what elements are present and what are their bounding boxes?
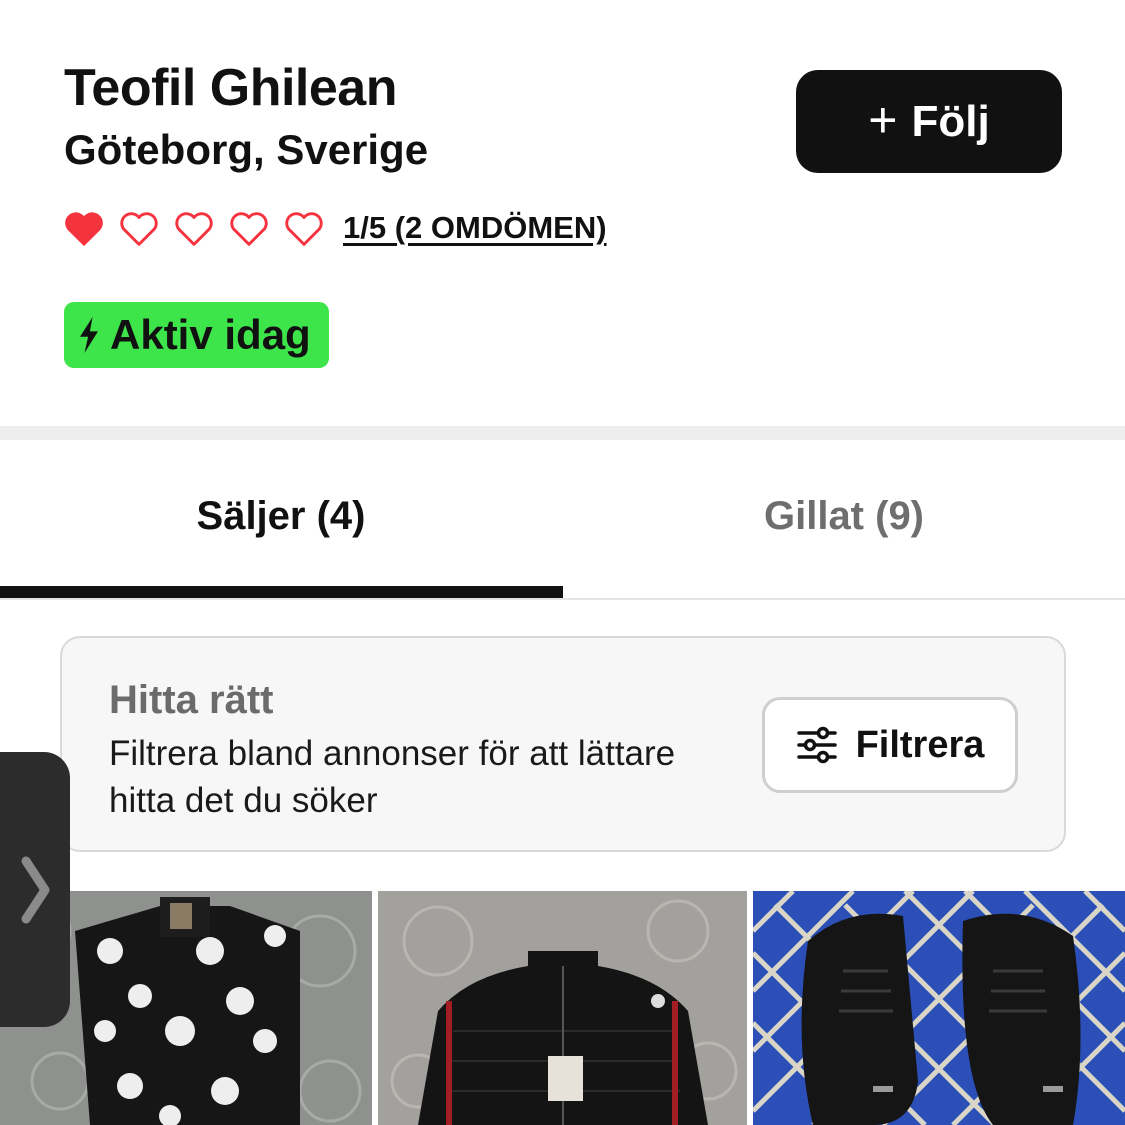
heart-outline-icon	[120, 212, 158, 246]
filter-card: Hitta rätt Filtrera bland annonser för a…	[60, 636, 1066, 852]
listing-image	[378, 891, 747, 1125]
follow-button-label: Följ	[911, 96, 990, 146]
active-tab-indicator	[0, 586, 563, 598]
profile-header: Teofil Ghilean Göteborg, Sverige + Följ …	[0, 0, 1125, 426]
section-divider	[0, 426, 1125, 440]
profile-tabs: Säljer (4) Gillat (9)	[0, 440, 1125, 600]
sliders-icon	[796, 726, 837, 764]
tab-liked[interactable]: Gillat (9)	[563, 440, 1125, 598]
side-drawer-handle[interactable]	[0, 752, 70, 1027]
activity-badge-label: Aktiv idag	[110, 311, 311, 358]
profile-location: Göteborg, Sverige	[64, 126, 429, 173]
heart-outline-icon	[175, 212, 213, 246]
listings-grid	[0, 891, 1125, 1125]
activity-badge: Aktiv idag	[64, 302, 329, 368]
filter-button-label: Filtrera	[855, 723, 985, 766]
listing-card[interactable]	[378, 891, 747, 1125]
listing-card[interactable]	[753, 891, 1125, 1125]
filter-card-description: Filtrera bland annonser för att lättare …	[109, 734, 676, 820]
reviews-link[interactable]: 1/5 (2 OMDÖMEN)	[343, 210, 607, 246]
filter-button[interactable]: Filtrera	[762, 697, 1018, 793]
heart-outline-icon	[285, 212, 323, 246]
rating: 1/5 (2 OMDÖMEN)	[62, 205, 607, 251]
lightning-icon	[80, 317, 98, 353]
profile-name: Teofil Ghilean	[64, 59, 397, 117]
heart-outline-icon	[230, 212, 268, 246]
tab-selling[interactable]: Säljer (4)	[0, 440, 562, 598]
chevron-right-icon	[21, 856, 50, 923]
plus-icon: +	[868, 91, 898, 148]
heart-filled-icon	[65, 212, 103, 247]
follow-button[interactable]: + Följ	[796, 70, 1062, 173]
listing-image	[753, 891, 1125, 1125]
filter-card-title: Hitta rätt	[109, 678, 274, 722]
